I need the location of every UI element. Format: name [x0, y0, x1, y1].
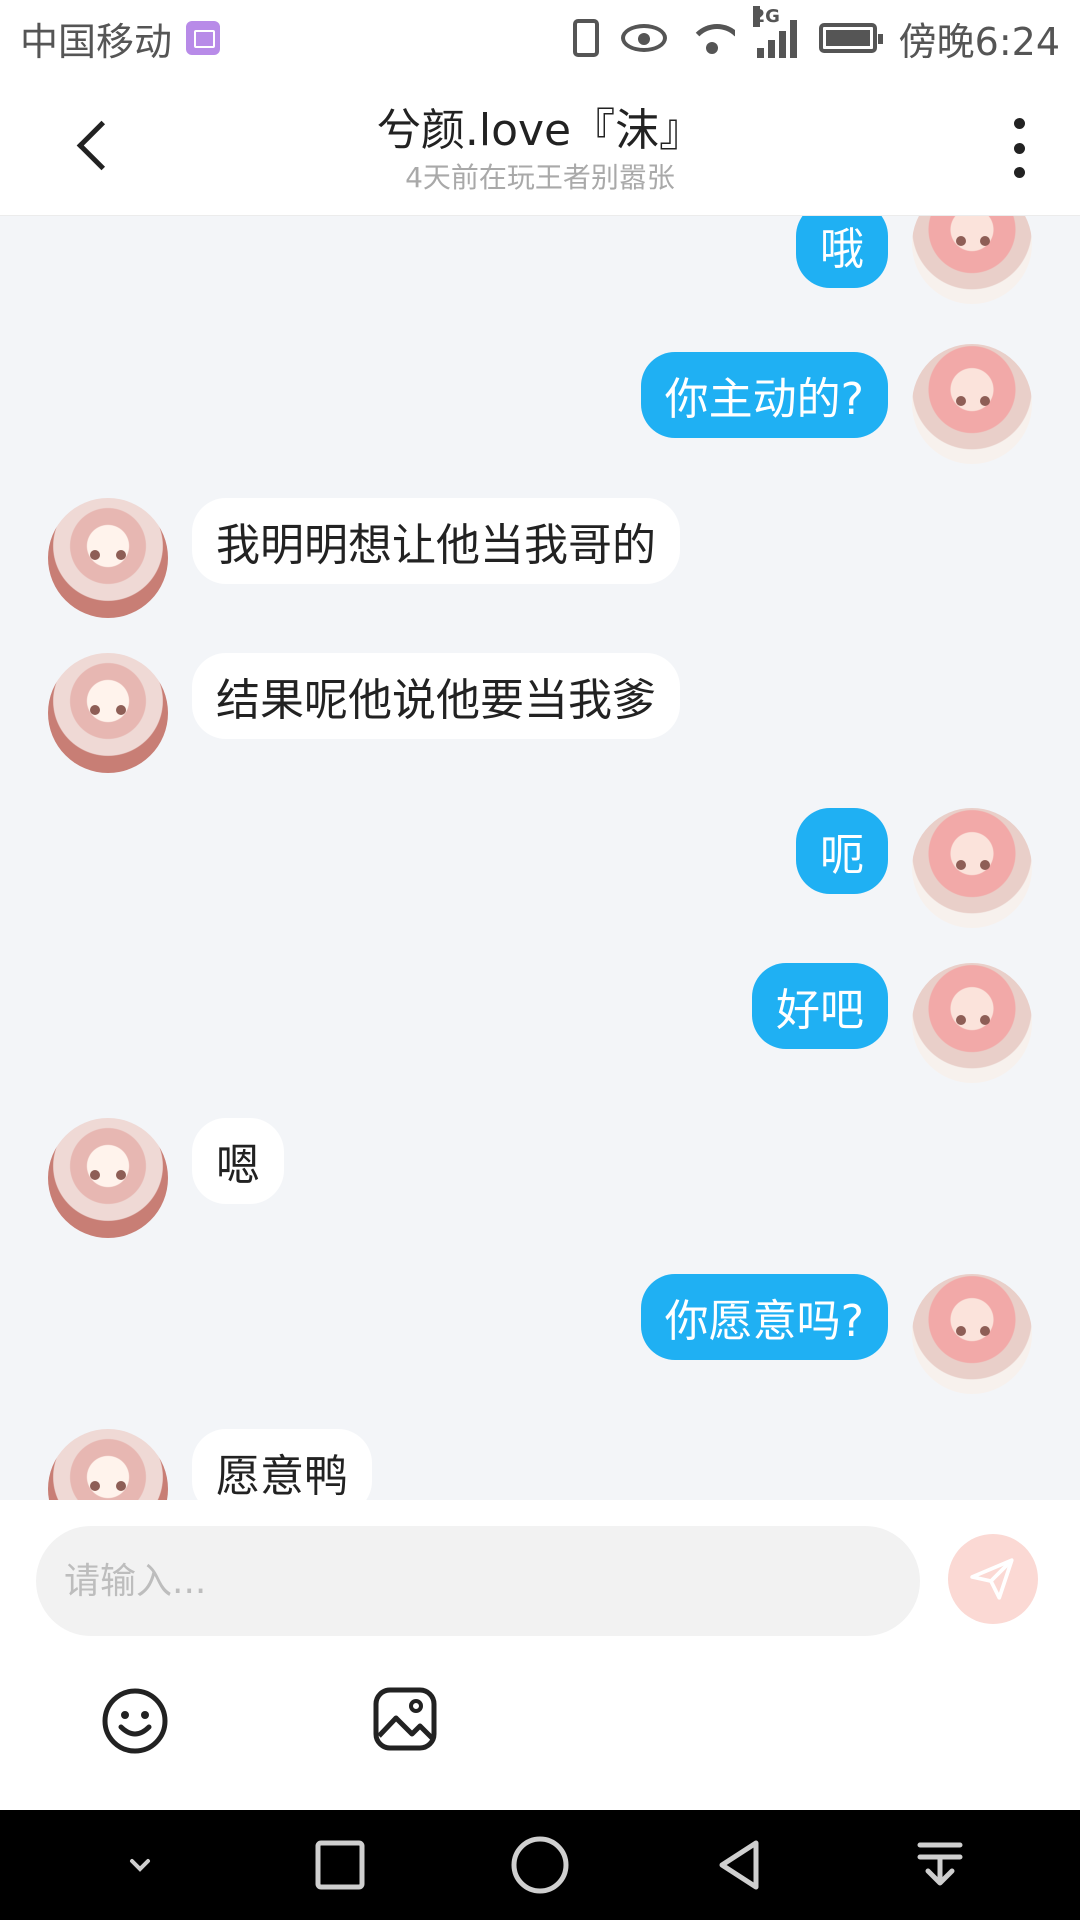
gallery-notification-icon [186, 21, 221, 55]
emoji-icon[interactable] [100, 1686, 170, 1756]
message-row-incoming: 嗯 [0, 1118, 1080, 1248]
recents-icon[interactable] [300, 1825, 380, 1905]
message-bubble-outgoing[interactable]: 呃 [796, 808, 888, 894]
carrier-group: 中国移动 [20, 11, 221, 66]
message-bubble-outgoing[interactable]: 你主动的? [640, 352, 888, 438]
wifi-icon [688, 20, 735, 56]
contact-avatar[interactable] [48, 1429, 168, 1500]
status-icons: 2G 傍晚6:24 [572, 6, 1060, 66]
contact-avatar[interactable] [48, 498, 168, 618]
eye-comfort-icon [620, 24, 667, 52]
message-row-outgoing: 呃 [0, 808, 1080, 938]
vibrate-icon [572, 19, 599, 57]
contact-avatar[interactable] [48, 1118, 168, 1238]
contact-status: 4天前在玩王者别嚣张 [405, 161, 675, 194]
message-input[interactable] [36, 1526, 920, 1636]
my-avatar[interactable] [912, 808, 1032, 928]
message-bubble-incoming[interactable]: 嗯 [192, 1118, 284, 1204]
network-type: 2G [752, 6, 780, 27]
message-bubble-incoming[interactable]: 愿意鸭 [192, 1429, 372, 1500]
my-avatar[interactable] [912, 216, 1032, 304]
system-navigation-bar [0, 1810, 1080, 1920]
status-bar: 中国移动 2G 傍晚6:24 [0, 0, 1080, 76]
my-avatar[interactable] [912, 963, 1032, 1083]
message-list[interactable]: 哦 你主动的? 我明明想让他当我哥的 结果呢他说他要当我爹 呃 好吧 嗯 你愿意… [0, 216, 1080, 1500]
battery-icon [818, 23, 883, 53]
message-composer [0, 1500, 1080, 1810]
back-icon[interactable] [700, 1825, 780, 1905]
image-icon[interactable] [372, 1686, 438, 1752]
home-icon[interactable] [500, 1825, 580, 1905]
message-bubble-outgoing[interactable]: 好吧 [752, 963, 888, 1049]
chat-header: 兮颜.love『沫』 4天前在玩王者别嚣张 [0, 76, 1080, 216]
contact-avatar[interactable] [48, 653, 168, 773]
message-bubble-outgoing[interactable]: 哦 [796, 216, 888, 288]
carrier-name: 中国移动 [20, 19, 173, 64]
message-row-outgoing: 好吧 [0, 963, 1080, 1093]
my-avatar[interactable] [912, 344, 1032, 464]
more-options-icon[interactable] [1004, 118, 1034, 178]
message-row-outgoing: 哦 [0, 216, 1080, 314]
message-row-outgoing: 你愿意吗? [0, 1274, 1080, 1404]
message-row-incoming: 我明明想让他当我哥的 [0, 498, 1080, 628]
hide-keyboard-icon[interactable] [100, 1825, 180, 1905]
message-row-outgoing: 你主动的? [0, 344, 1080, 474]
message-row-incoming: 结果呢他说他要当我爹 [0, 653, 1080, 783]
message-row-incoming: 愿意鸭 [0, 1429, 1080, 1500]
message-bubble-outgoing[interactable]: 你愿意吗? [640, 1274, 888, 1360]
message-bubble-incoming[interactable]: 结果呢他说他要当我爹 [192, 653, 680, 739]
send-icon[interactable] [948, 1534, 1038, 1624]
contact-name: 兮颜.love『沫』 [376, 105, 704, 156]
notification-drawer-icon[interactable] [900, 1825, 980, 1905]
battery-fill [825, 30, 870, 46]
message-bubble-incoming[interactable]: 我明明想让他当我哥的 [192, 498, 680, 584]
signal-icon: 2G [752, 6, 797, 58]
clock: 傍晚6:24 [898, 19, 1060, 64]
my-avatar[interactable] [912, 1274, 1032, 1394]
